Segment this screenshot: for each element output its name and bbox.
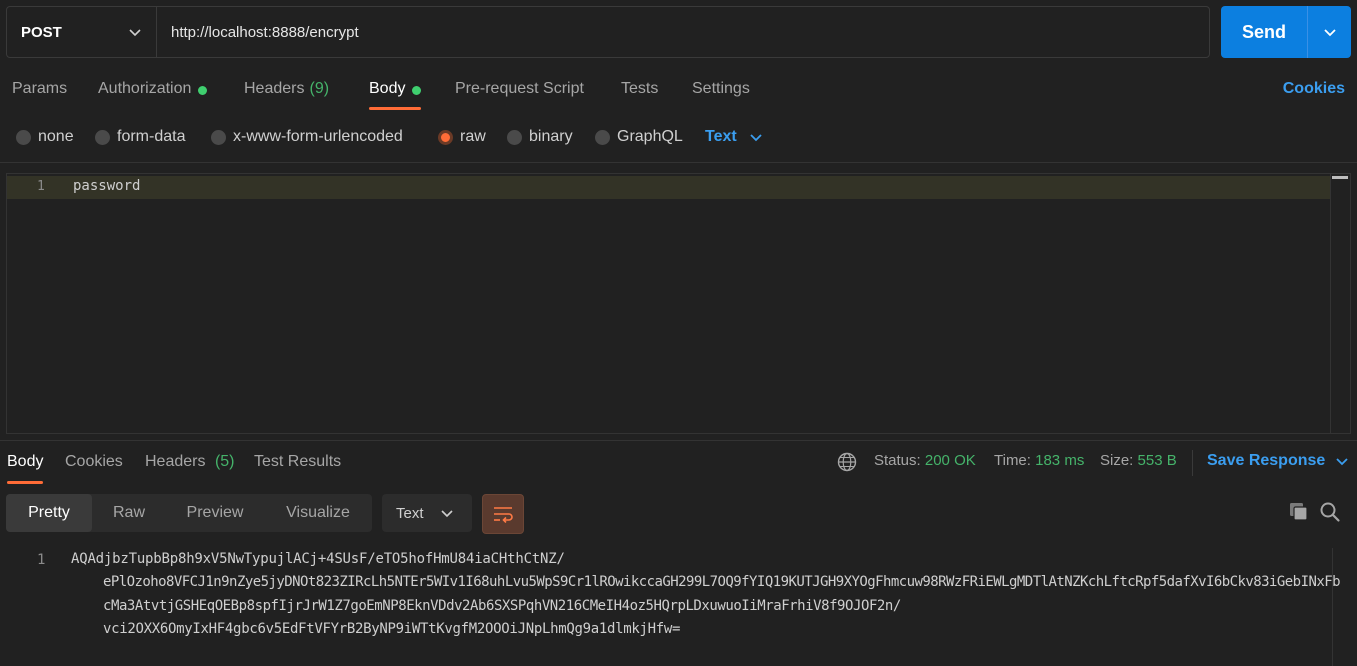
globe-icon[interactable] — [837, 452, 857, 472]
chevron-down-icon — [440, 510, 453, 518]
active-line-highlight — [7, 176, 1331, 199]
radio-urlencoded[interactable]: x-www-form-urlencoded — [211, 124, 403, 150]
tab-prerequest-script[interactable]: Pre-request Script — [455, 70, 584, 110]
tab-headers[interactable]: Headers (9) — [244, 70, 329, 110]
divider — [0, 162, 1357, 163]
response-scrollbar[interactable] — [1332, 548, 1352, 666]
tab-prerequest-label: Pre-request Script — [455, 80, 584, 97]
wrap-lines-icon — [494, 507, 513, 523]
body-text-type-select[interactable]: Text — [705, 124, 763, 150]
editor-scrollbar[interactable] — [1330, 174, 1350, 433]
radio-raw[interactable]: raw — [438, 124, 486, 150]
resp-tab-test-results[interactable]: Test Results — [254, 450, 341, 484]
resp-tab-headers-label: Headers — [145, 453, 206, 470]
chevron-down-icon — [129, 29, 141, 37]
status-value: 200 OK — [924, 452, 976, 469]
line-number: 1 — [37, 552, 46, 568]
status-info: Status: 200 OK — [874, 452, 976, 469]
divider — [1192, 450, 1193, 476]
divider — [0, 440, 1357, 441]
radio-raw-label: raw — [460, 128, 486, 145]
radio-circle-icon — [16, 129, 31, 145]
chevron-down-icon — [1323, 29, 1336, 37]
time-info: Time: 183 ms — [994, 452, 1084, 469]
response-format-select[interactable]: Text — [382, 494, 472, 532]
resp-tab-body[interactable]: Body — [7, 450, 44, 484]
tab-body-label: Body — [369, 80, 406, 97]
send-button[interactable]: Send — [1221, 6, 1307, 58]
status-label: Status: — [874, 452, 921, 469]
chevron-down-icon — [1336, 458, 1348, 466]
search-icon[interactable] — [1318, 500, 1342, 524]
request-url-bar: POST http://localhost:8888/encrypt — [6, 6, 1210, 58]
request-body-editor[interactable]: 1 password — [6, 173, 1351, 434]
radio-form-data[interactable]: form-data — [95, 124, 185, 150]
save-response-label: Save Response — [1207, 452, 1326, 469]
request-tabs: Params Authorization Headers (9) Body Pre… — [0, 70, 1357, 110]
resp-tab-headers[interactable]: Headers (5) — [145, 450, 235, 484]
scrollbar-thumb[interactable] — [1332, 176, 1348, 179]
cookies-link[interactable]: Cookies — [1283, 80, 1345, 98]
response-line: vci2OXX6OmyIxHF4gbc6v5EdFtVFYrB2ByNP9iWT… — [103, 621, 681, 637]
tab-tests[interactable]: Tests — [621, 70, 658, 110]
tab-tests-label: Tests — [621, 80, 659, 97]
tab-settings[interactable]: Settings — [692, 70, 750, 110]
tab-body[interactable]: Body — [369, 70, 422, 110]
view-visualize-button[interactable]: Visualize — [264, 494, 372, 532]
radio-selected-icon — [438, 129, 453, 145]
send-options-button[interactable] — [1307, 6, 1351, 58]
radio-binary-label: binary — [529, 128, 573, 145]
tab-headers-label: Headers — [244, 80, 305, 97]
view-preview-button[interactable]: Preview — [166, 494, 264, 532]
resp-headers-count: (5) — [214, 453, 235, 470]
size-label: Size: — [1100, 452, 1134, 469]
view-raw-button[interactable]: Raw — [92, 494, 166, 532]
method-label: POST — [21, 23, 62, 41]
tab-params[interactable]: Params — [12, 70, 67, 110]
response-format-label: Text — [396, 504, 424, 522]
body-type-radios: none form-data x-www-form-urlencoded raw… — [0, 124, 1357, 150]
response-line: ePlOzoho8VFCJ1n9nZye5jyDNOt823ZIRcLh5NTE… — [103, 574, 1341, 590]
resp-tab-cookies[interactable]: Cookies — [65, 450, 123, 484]
headers-count-badge: (9) — [309, 80, 330, 97]
size-info: Size: 553 B — [1100, 452, 1177, 469]
tab-authorization[interactable]: Authorization — [98, 70, 208, 110]
copy-icon[interactable] — [1287, 500, 1311, 524]
radio-circle-icon — [507, 129, 522, 145]
radio-form-data-label: form-data — [117, 128, 186, 145]
radio-graphql[interactable]: GraphQL — [595, 124, 683, 150]
method-select[interactable]: POST — [7, 7, 157, 57]
tab-settings-label: Settings — [692, 80, 750, 97]
editor-line-text: password — [73, 178, 141, 194]
tab-params-label: Params — [12, 80, 68, 97]
url-text: http://localhost:8888/encrypt — [171, 23, 359, 41]
line-number: 1 — [37, 179, 45, 194]
text-type-label: Text — [705, 128, 737, 145]
active-indicator-dot — [412, 86, 422, 95]
radio-graphql-label: GraphQL — [617, 128, 683, 145]
response-view-mode: Pretty Raw Preview Visualize — [6, 494, 372, 532]
save-response-button[interactable]: Save Response — [1207, 452, 1349, 470]
tab-authorization-label: Authorization — [98, 80, 192, 97]
size-value: 553 B — [1137, 452, 1177, 469]
time-label: Time: — [994, 452, 1031, 469]
wrap-lines-button[interactable] — [482, 494, 524, 534]
radio-circle-icon — [211, 129, 226, 145]
response-body[interactable]: 1 AQAdjbzTupbBp8h9xV5NwTypujlACj+4SUsF/e… — [0, 548, 1341, 666]
radio-circle-icon — [95, 129, 110, 145]
view-pretty-button[interactable]: Pretty — [6, 494, 92, 532]
url-input[interactable]: http://localhost:8888/encrypt — [157, 7, 1209, 57]
radio-binary[interactable]: binary — [507, 124, 573, 150]
time-value: 183 ms — [1035, 452, 1085, 469]
radio-none-label: none — [38, 128, 74, 145]
radio-circle-icon — [595, 129, 610, 145]
response-line: cMa3AtvtjGSHEqOEBp8spfIjrJrW1Z7goEmNP8Ek… — [103, 598, 901, 614]
send-button-group: Send — [1221, 6, 1351, 58]
radio-none[interactable]: none — [16, 124, 74, 150]
radio-urlencoded-label: x-www-form-urlencoded — [233, 128, 403, 145]
chevron-down-icon — [750, 134, 762, 142]
response-line: AQAdjbzTupbBp8h9xV5NwTypujlACj+4SUsF/eTO… — [71, 551, 565, 567]
active-indicator-dot — [198, 86, 208, 95]
